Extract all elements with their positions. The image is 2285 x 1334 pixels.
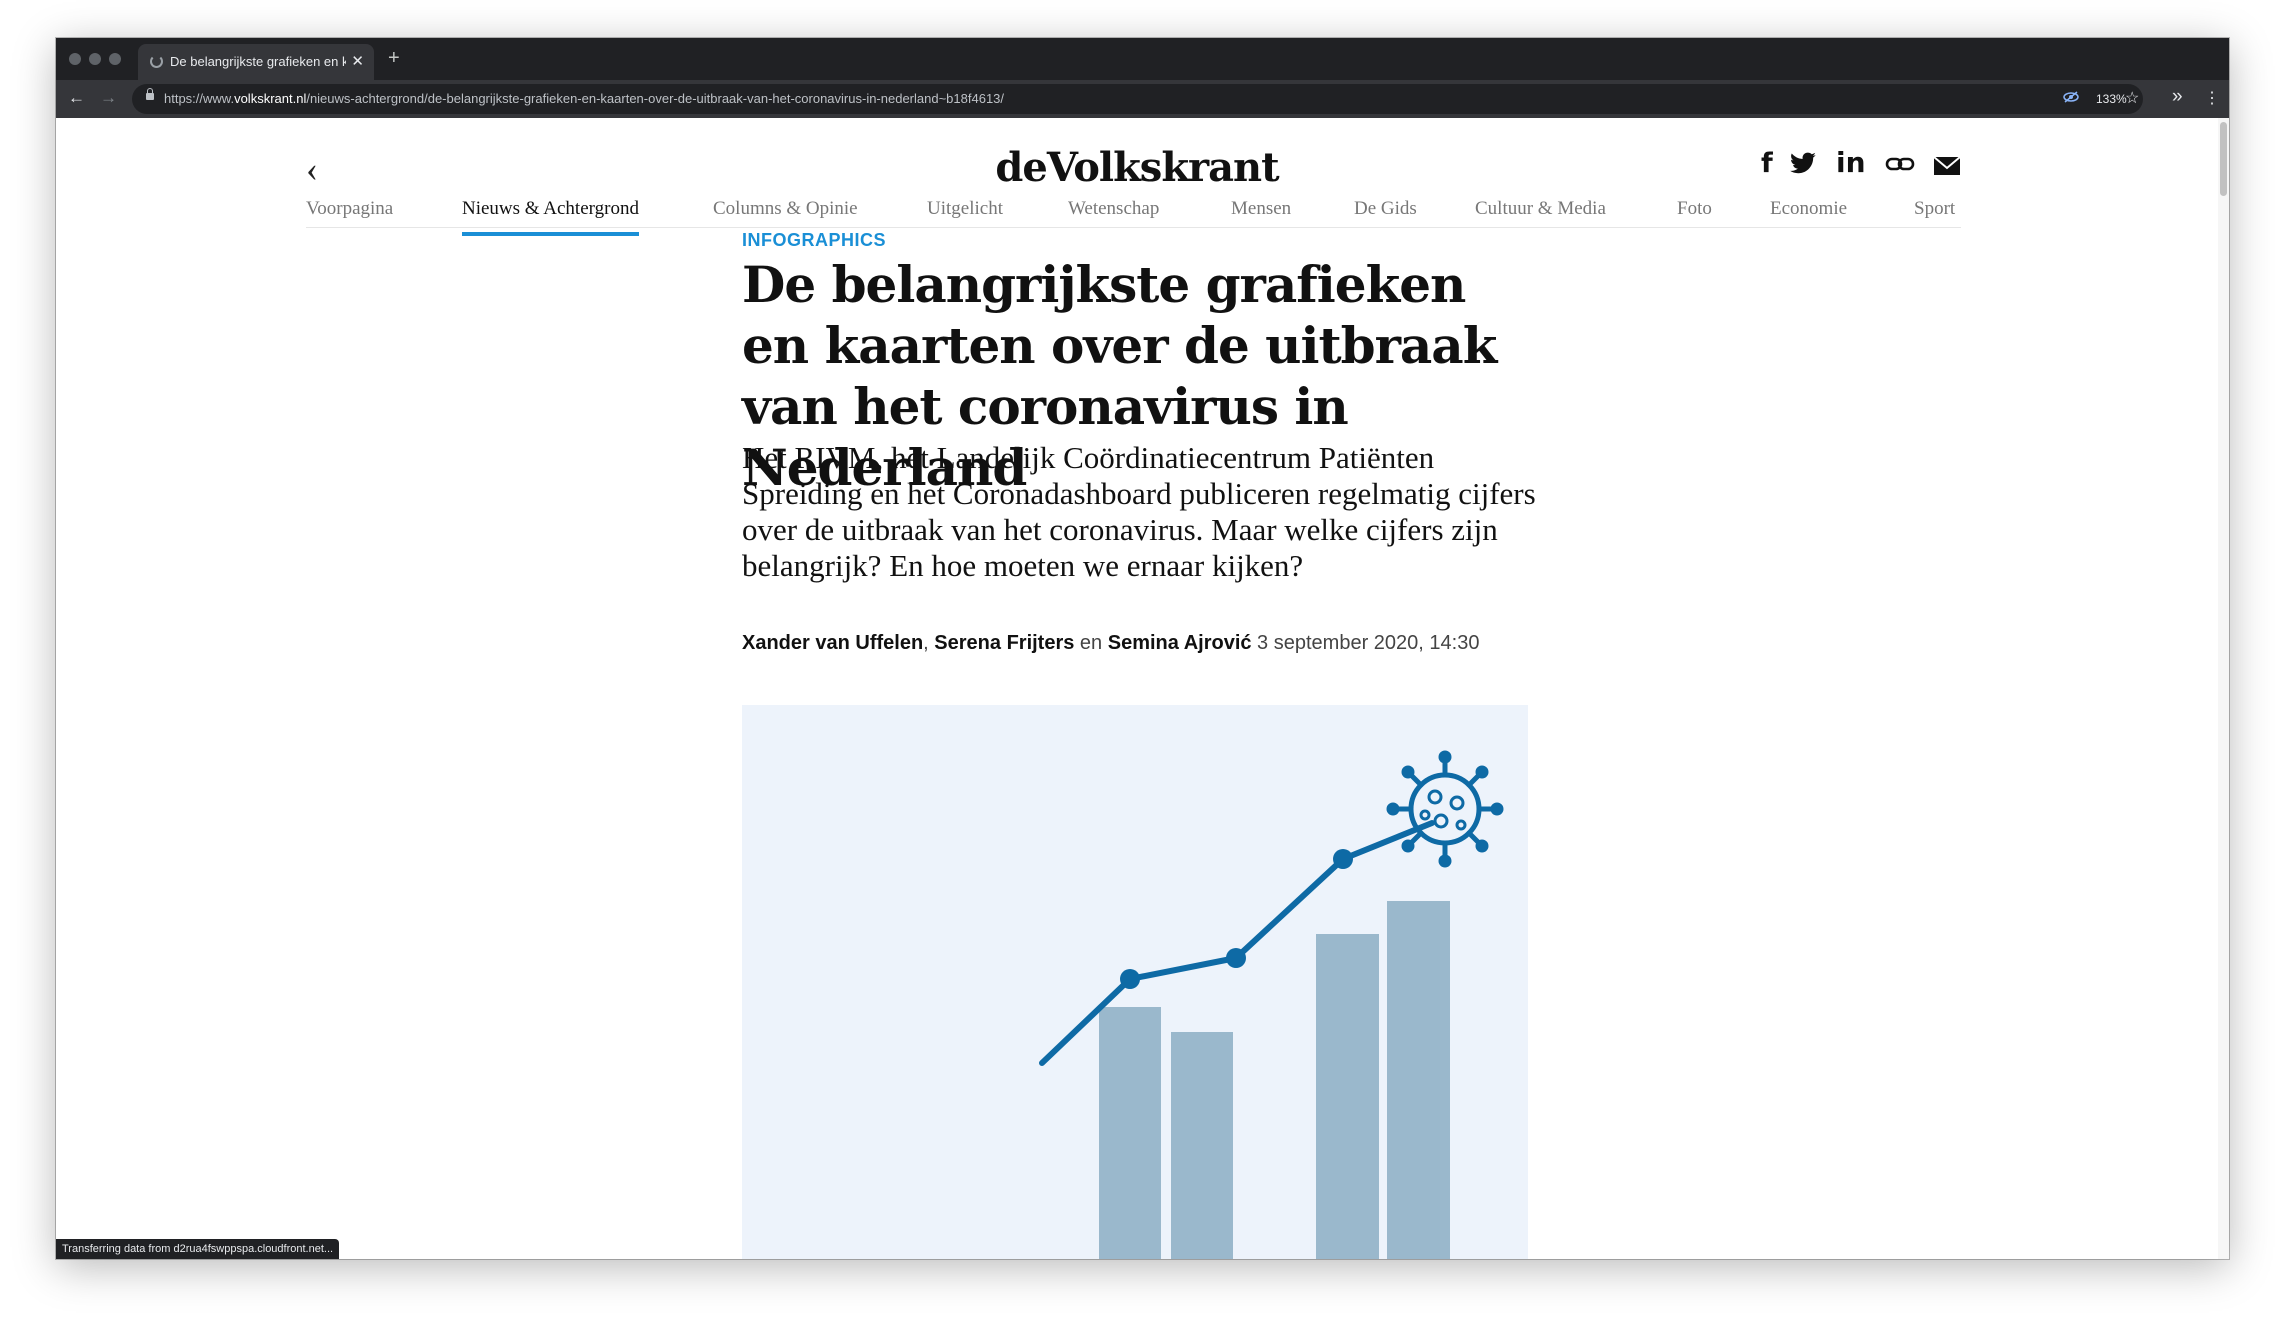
mail-icon[interactable] xyxy=(1933,156,1961,180)
nav-item-mensen[interactable]: Mensen xyxy=(1231,198,1291,220)
nav-item-sport[interactable]: Sport xyxy=(1914,198,1955,220)
facebook-icon[interactable]: f xyxy=(1761,148,1773,179)
minimize-window-button[interactable] xyxy=(89,53,101,65)
nav-item-foto[interactable]: Foto xyxy=(1677,198,1712,220)
bookmark-star-icon[interactable]: ☆ xyxy=(2125,88,2139,108)
virus-icon xyxy=(1386,750,1504,868)
article-byline: Xander van Uffelen, Serena Frijters en S… xyxy=(742,632,1480,654)
zoom-level[interactable]: 133% xyxy=(2096,92,2127,106)
forward-arrow-icon[interactable]: → xyxy=(100,88,117,108)
status-bar: Transferring data from d2rua4fswppspa.cl… xyxy=(56,1239,340,1259)
loading-spinner-icon xyxy=(150,55,163,68)
nav-item-cultuur-media[interactable]: Cultuur & Media xyxy=(1475,198,1606,220)
web-page: ‹ deVolkskrant f in Voorpagina Nieuws & … xyxy=(56,118,2218,1259)
twitter-icon[interactable] xyxy=(1789,152,1817,180)
menu-dots-icon[interactable]: ⋮ xyxy=(2204,88,2220,108)
tab-title: De belangrijkste grafieken en k xyxy=(170,54,346,69)
nav-item-economie[interactable]: Economie xyxy=(1770,198,1847,220)
back-arrow-icon[interactable]: ← xyxy=(68,88,85,108)
page-scrollbar[interactable] xyxy=(2218,118,2229,1259)
illustration-bar xyxy=(1171,1032,1233,1259)
nav-item-nieuws-achtergrond[interactable]: Nieuws & Achtergrond xyxy=(462,198,639,236)
illustration-point xyxy=(1226,948,1246,968)
section-nav: Voorpagina Nieuws & Achtergrond Columns … xyxy=(306,194,1961,236)
url-text: https://www.volkskrant.nl/nieuws-achterg… xyxy=(164,91,1005,106)
tracking-eye-icon[interactable] xyxy=(2063,90,2079,107)
publish-date: 3 september 2020, 14:30 xyxy=(1251,632,1480,654)
extensions-chevron-icon[interactable]: » xyxy=(2172,86,2183,108)
nav-item-uitgelicht[interactable]: Uitgelicht xyxy=(927,198,1003,220)
article-kicker[interactable]: INFOGRAPHICS xyxy=(742,230,886,251)
close-window-button[interactable] xyxy=(69,53,81,65)
scrollbar-thumb[interactable] xyxy=(2220,122,2227,196)
browser-tab[interactable]: De belangrijkste grafieken en k ✕ xyxy=(138,44,374,80)
tab-bar: De belangrijkste grafieken en k ✕ + xyxy=(56,38,2229,80)
author-name[interactable]: Serena Frijters xyxy=(934,632,1074,654)
link-icon[interactable] xyxy=(1885,156,1915,176)
lock-icon xyxy=(146,88,154,100)
author-name[interactable]: Xander van Uffelen xyxy=(742,632,923,654)
chart-virus-illustration xyxy=(1039,750,1504,1259)
close-tab-icon[interactable]: ✕ xyxy=(351,52,364,70)
address-bar[interactable]: https://www.volkskrant.nl/nieuws-achterg… xyxy=(132,84,2143,114)
browser-toolbar: ← → https://www.volkskrant.nl/nieuws-ach… xyxy=(56,80,2229,118)
illustration-point xyxy=(1333,849,1353,869)
illustration-bar xyxy=(1316,934,1379,1259)
hero-illustration xyxy=(742,705,1528,1259)
illustration-point xyxy=(1120,969,1140,989)
illustration-bar xyxy=(1387,901,1450,1259)
nav-item-de-gids[interactable]: De Gids xyxy=(1354,198,1417,220)
zoom-window-button[interactable] xyxy=(109,53,121,65)
illustration-bar xyxy=(1099,1007,1161,1259)
article-lead: Het RIVM, het Landelijk Coördinatiecentr… xyxy=(742,440,1536,583)
nav-item-columns-opinie[interactable]: Columns & Opinie xyxy=(713,198,858,220)
linkedin-icon[interactable]: in xyxy=(1836,146,1866,179)
nav-item-voorpagina[interactable]: Voorpagina xyxy=(306,198,393,220)
nav-item-wetenschap[interactable]: Wetenschap xyxy=(1068,198,1159,220)
author-name[interactable]: Semina Ajrović xyxy=(1108,632,1252,654)
new-tab-icon[interactable]: + xyxy=(388,47,400,70)
browser-window: De belangrijkste grafieken en k ✕ + ← → … xyxy=(56,38,2229,1259)
